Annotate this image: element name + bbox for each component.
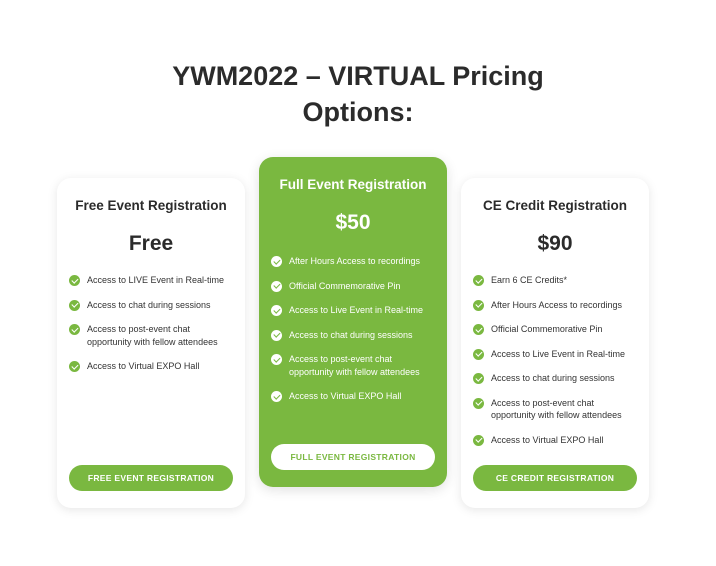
feature-text: Access to post-event chat opportunity wi… xyxy=(491,397,622,421)
check-circle-icon xyxy=(271,329,282,341)
feature-text: Access to chat during sessions xyxy=(491,373,615,383)
feature-list: Access to LIVE Event in Real-time Access… xyxy=(69,274,237,385)
free-event-registration-button[interactable]: FREE EVENT REGISTRATION xyxy=(69,465,233,491)
feature-item: Access to chat during sessions xyxy=(69,299,237,312)
ce-credit-registration-button[interactable]: CE CREDIT REGISTRATION xyxy=(473,465,637,491)
check-circle-icon xyxy=(69,324,80,335)
plan-price: $50 xyxy=(335,211,371,234)
feature-text: Access to Live Event in Real-time xyxy=(491,348,626,359)
plan-title: Free Event Registration xyxy=(75,198,227,213)
check-circle-icon xyxy=(473,324,484,335)
feature-text: Access to post-event chat opportunity wi… xyxy=(289,354,420,377)
check-circle-icon xyxy=(473,348,484,360)
check-circle-icon xyxy=(473,397,484,409)
feature-item: Access to Virtual EXPO Hall xyxy=(69,360,237,373)
check-circle-icon xyxy=(473,373,484,384)
check-circle-icon xyxy=(271,280,282,292)
feature-text: Official Commemorative Pin xyxy=(491,324,603,334)
check-circle-icon xyxy=(473,299,484,311)
feature-text: Access to post-event chat opportunity wi… xyxy=(87,324,218,347)
feature-text: Access to Virtual EXPO Hall xyxy=(491,434,604,445)
pricing-card-free: Free Event Registration Free Access to L… xyxy=(57,178,245,508)
feature-item: Access to chat during sessions xyxy=(271,329,439,342)
page-title-line-1: YWM2022 – VIRTUAL Pricing xyxy=(172,61,544,91)
plan-price: $90 xyxy=(537,232,573,255)
pricing-card-full: Full Event Registration $50 After Hours … xyxy=(259,157,447,487)
feature-item: Earn 6 CE Credits* xyxy=(473,274,641,287)
feature-item: Official Commemorative Pin xyxy=(271,280,439,293)
feature-text: Access to Live Event in Real-time xyxy=(289,305,424,315)
check-circle-icon xyxy=(473,434,484,446)
feature-text: Access to LIVE Event in Real-time xyxy=(87,275,225,285)
feature-item: Access to post-event chat opportunity wi… xyxy=(69,323,237,348)
feature-list: Earn 6 CE Credits* After Hours Access to… xyxy=(473,274,641,458)
feature-item: After Hours Access to recordings xyxy=(473,299,641,312)
check-circle-icon xyxy=(69,275,80,286)
check-circle-icon xyxy=(473,275,484,286)
check-circle-icon xyxy=(271,256,282,267)
feature-item: Access to post-event chat opportunity wi… xyxy=(271,353,439,378)
feature-item: After Hours Access to recordings xyxy=(271,255,439,268)
feature-item: Access to Virtual EXPO Hall xyxy=(473,434,641,447)
pricing-card-ce-credit: CE Credit Registration $90 Earn 6 CE Cre… xyxy=(461,178,649,508)
feature-item: Access to Virtual EXPO Hall xyxy=(271,390,439,403)
plan-title: CE Credit Registration xyxy=(482,198,628,213)
feature-item: Official Commemorative Pin xyxy=(473,323,641,336)
feature-item: Access to Live Event in Real-time xyxy=(473,348,641,361)
feature-text: Access to Virtual EXPO Hall xyxy=(87,361,200,371)
feature-text: After Hours Access to recordings xyxy=(289,256,421,266)
check-circle-icon xyxy=(271,391,282,402)
feature-text: Access to chat during sessions xyxy=(289,329,413,340)
feature-item: Access to LIVE Event in Real-time xyxy=(69,274,237,287)
feature-text: After Hours Access to recordings xyxy=(491,299,623,310)
full-event-registration-button[interactable]: FULL EVENT REGISTRATION xyxy=(271,444,435,470)
feature-item: Access to post-event chat opportunity wi… xyxy=(473,397,641,422)
check-circle-icon xyxy=(69,299,80,311)
feature-text: Access to Virtual EXPO Hall xyxy=(289,391,402,401)
feature-text: Access to chat during sessions xyxy=(87,299,211,310)
plan-title: Full Event Registration xyxy=(279,177,427,192)
check-circle-icon xyxy=(69,361,80,372)
page-title-line-2: Options: xyxy=(302,97,414,127)
feature-text: Earn 6 CE Credits* xyxy=(491,275,568,285)
check-circle-icon xyxy=(271,354,282,365)
feature-text: Official Commemorative Pin xyxy=(289,280,401,291)
feature-item: Access to chat during sessions xyxy=(473,372,641,385)
page-title: YWM2022 – VIRTUAL Pricing Options: xyxy=(0,58,716,130)
plan-price: Free xyxy=(128,232,174,255)
feature-list: After Hours Access to recordings Officia… xyxy=(271,255,439,415)
check-circle-icon xyxy=(271,305,282,316)
feature-item: Access to Live Event in Real-time xyxy=(271,304,439,317)
